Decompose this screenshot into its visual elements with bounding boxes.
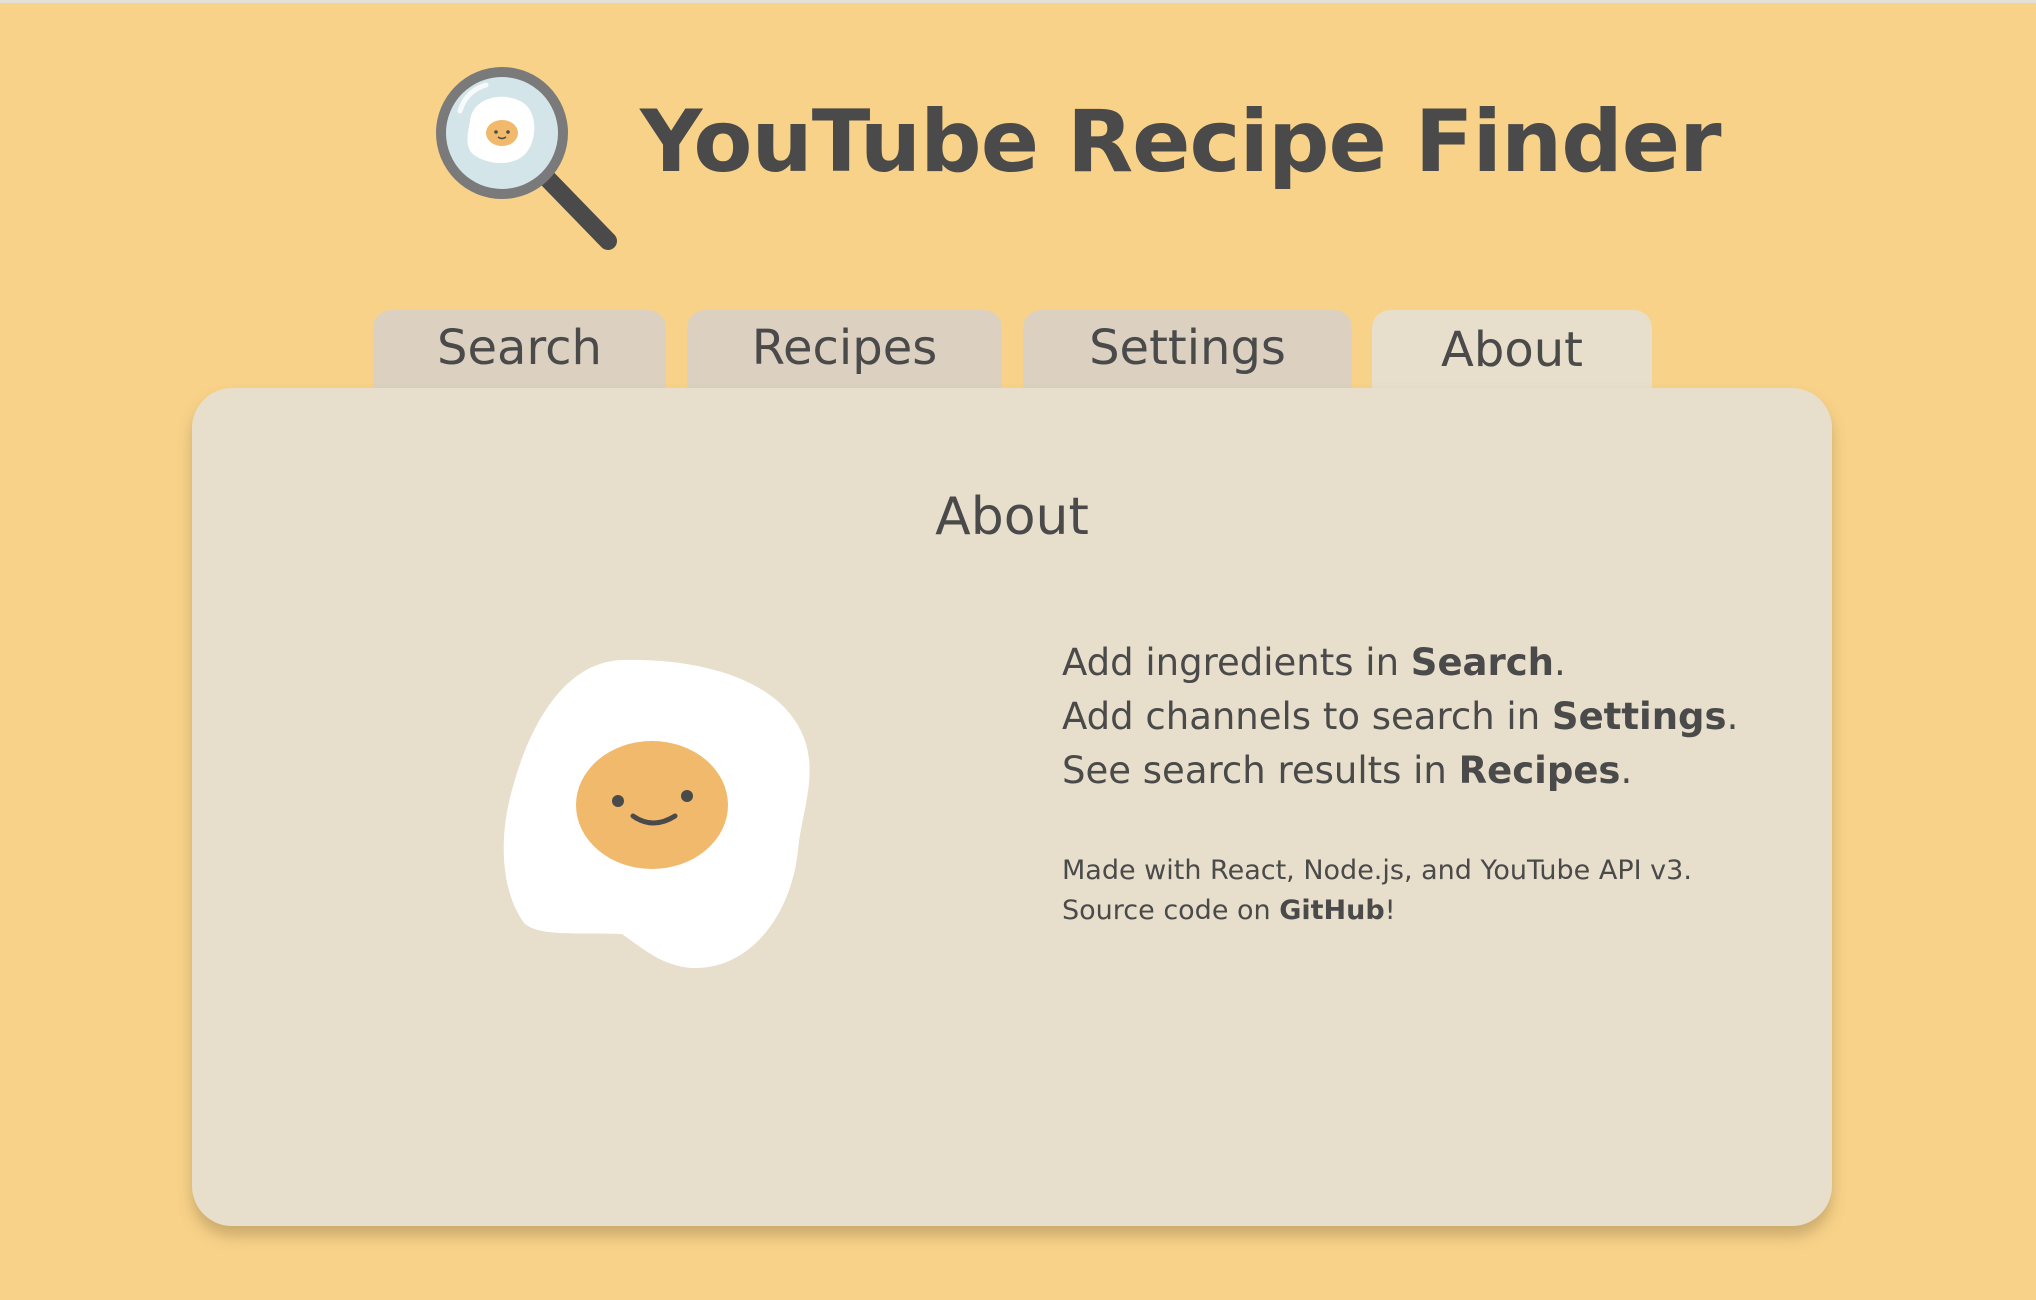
recipes-link[interactable]: Recipes bbox=[1459, 749, 1621, 792]
about-panel: About Add ingredients in Search. Add cha… bbox=[192, 388, 1832, 1226]
page-title: About bbox=[935, 487, 1089, 547]
instruction-search: Add ingredients in Search. bbox=[1062, 641, 1566, 684]
about-instructions: Add ingredients in Search. Add channels … bbox=[1062, 636, 1738, 798]
made-with-text: Made with React, Node.js, and YouTube AP… bbox=[1062, 855, 1692, 886]
fried-egg-icon bbox=[503, 659, 810, 969]
source-code-line: Source code on GitHub! bbox=[1062, 895, 1396, 926]
tab-settings[interactable]: Settings bbox=[1023, 310, 1352, 390]
instruction-settings: Add channels to search in Settings. bbox=[1062, 695, 1739, 738]
tab-about[interactable]: About bbox=[1372, 310, 1652, 394]
github-link[interactable]: GitHub bbox=[1279, 895, 1384, 926]
app-header: YouTube Recipe Finder bbox=[0, 3, 2036, 263]
app-title: YouTube Recipe Finder bbox=[640, 92, 1722, 192]
tab-bar: Search Recipes Settings About bbox=[0, 310, 2036, 394]
magnifying-glass-egg-icon bbox=[436, 67, 617, 250]
settings-link[interactable]: Settings bbox=[1552, 695, 1727, 738]
tab-search[interactable]: Search bbox=[373, 310, 666, 390]
credits: Made with React, Node.js, and YouTube AP… bbox=[1062, 851, 1692, 931]
instruction-recipes: See search results in Recipes. bbox=[1062, 749, 1633, 792]
search-link[interactable]: Search bbox=[1411, 641, 1554, 684]
tab-recipes[interactable]: Recipes bbox=[687, 310, 1002, 390]
